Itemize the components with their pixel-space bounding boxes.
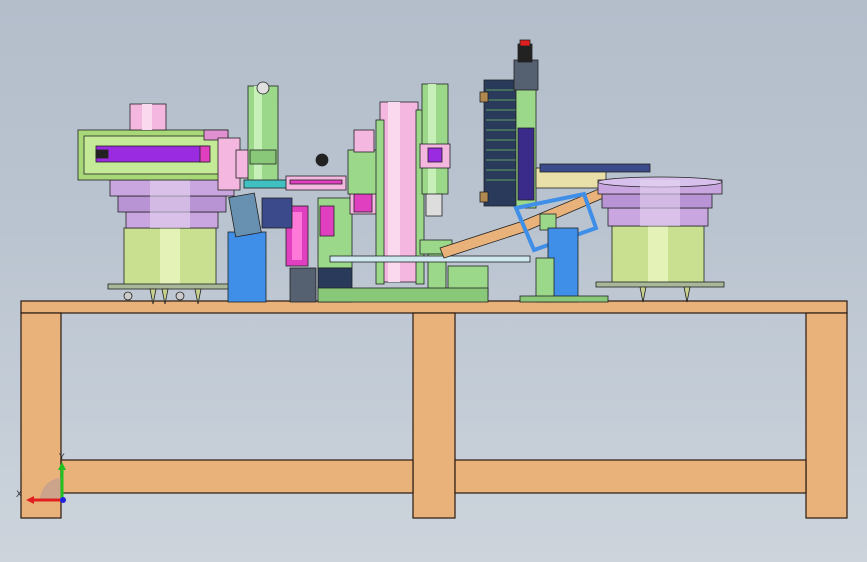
y-axis-label: Y bbox=[58, 453, 65, 463]
z-axis-dot bbox=[60, 497, 66, 503]
table-leg-right bbox=[805, 312, 848, 519]
right-bowl-feeder[interactable] bbox=[595, 176, 725, 303]
table-leg-middle bbox=[412, 312, 456, 519]
left-bowl-feeder[interactable] bbox=[77, 103, 237, 305]
table-frame[interactable] bbox=[20, 300, 848, 519]
table-rail-left bbox=[60, 459, 414, 494]
cad-viewport[interactable]: X Y bbox=[0, 0, 867, 562]
x-axis-label: X bbox=[16, 490, 22, 500]
table-top bbox=[20, 300, 848, 314]
center-left-station[interactable] bbox=[217, 81, 379, 303]
table-rail-right bbox=[454, 459, 807, 494]
assembly-model[interactable]: X Y bbox=[0, 0, 867, 562]
